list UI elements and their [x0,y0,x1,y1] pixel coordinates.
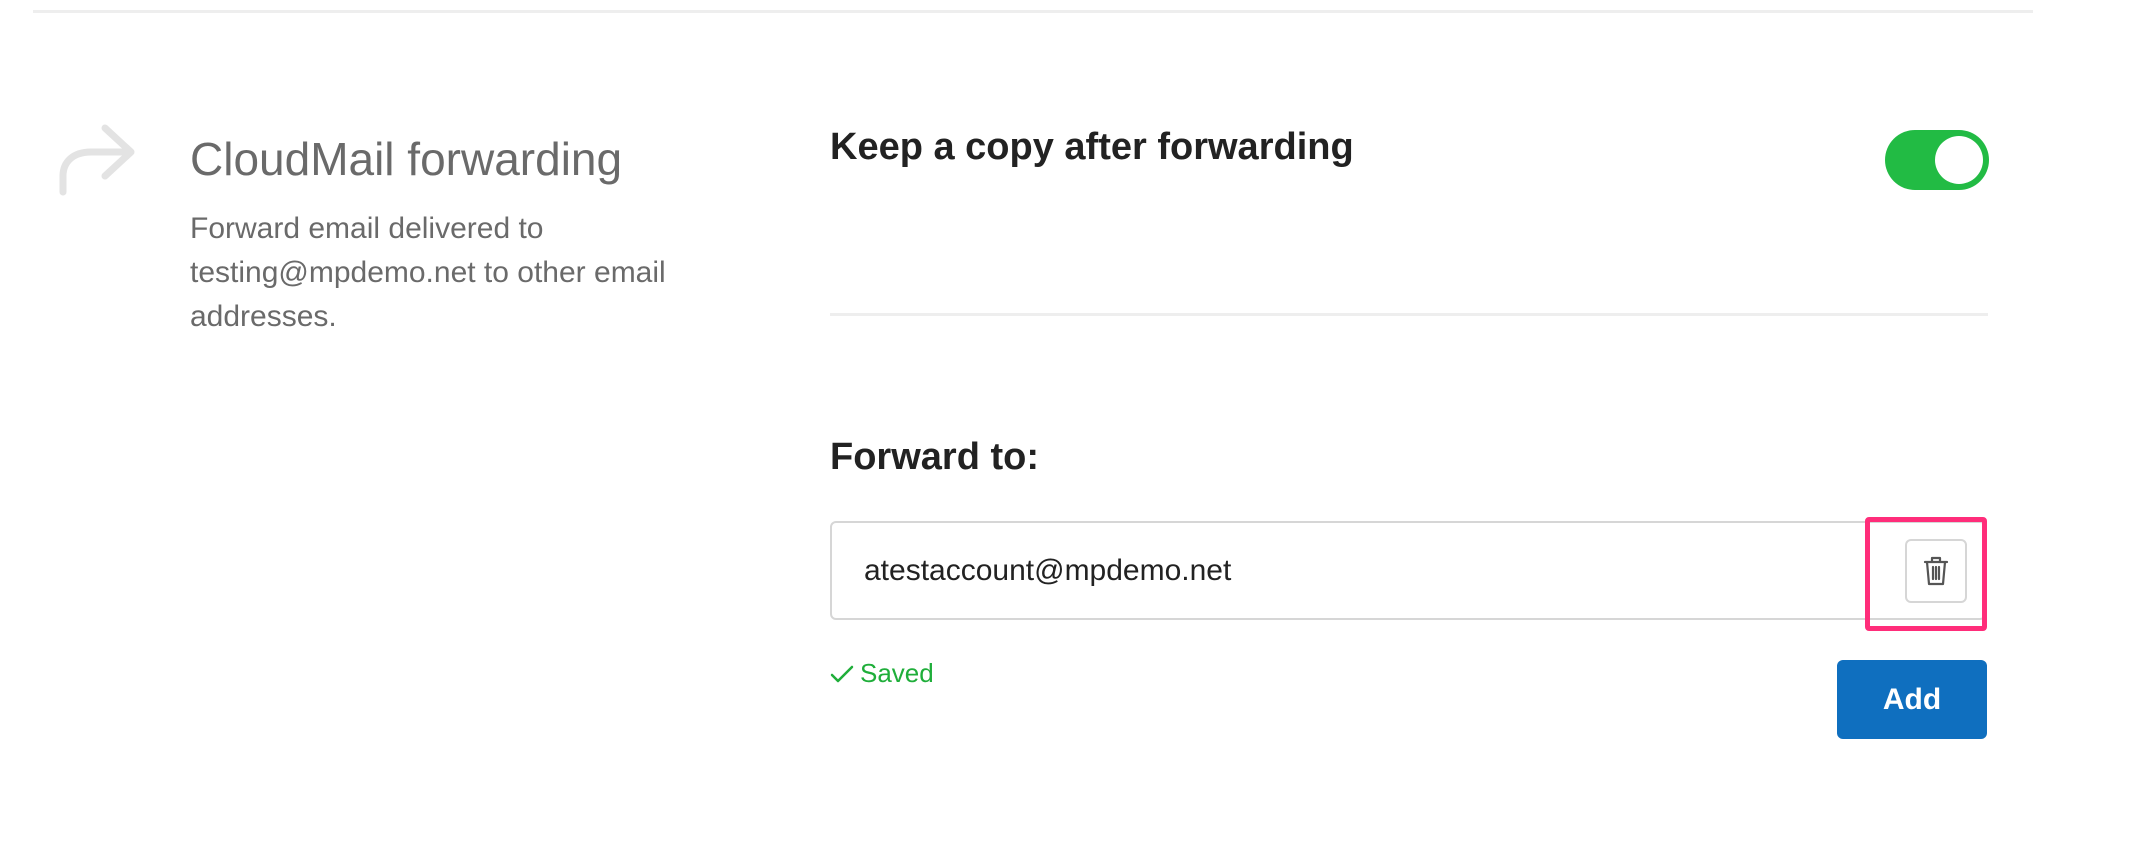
trash-icon [1923,556,1949,586]
top-divider [33,10,2033,13]
forwarding-settings-page: CloudMail forwarding Forward email deliv… [0,0,2138,850]
keep-copy-toggle[interactable] [1885,130,1989,190]
section-title: CloudMail forwarding [190,133,623,185]
section-description: Forward email delivered to testing@mpdem… [190,212,666,333]
delete-email-button[interactable] [1905,539,1967,603]
saved-text: Saved [860,658,934,688]
keep-copy-label: Keep a copy after forwarding [830,126,1354,168]
section-divider [830,313,1988,316]
saved-status: Saved [830,658,934,689]
toggle-knob [1935,136,1983,184]
add-button[interactable]: Add [1837,660,1987,739]
forward-arrow-icon [59,124,135,196]
forward-email-field[interactable] [830,521,1986,620]
forward-to-label: Forward to: [830,436,1039,478]
check-icon [830,665,854,682]
